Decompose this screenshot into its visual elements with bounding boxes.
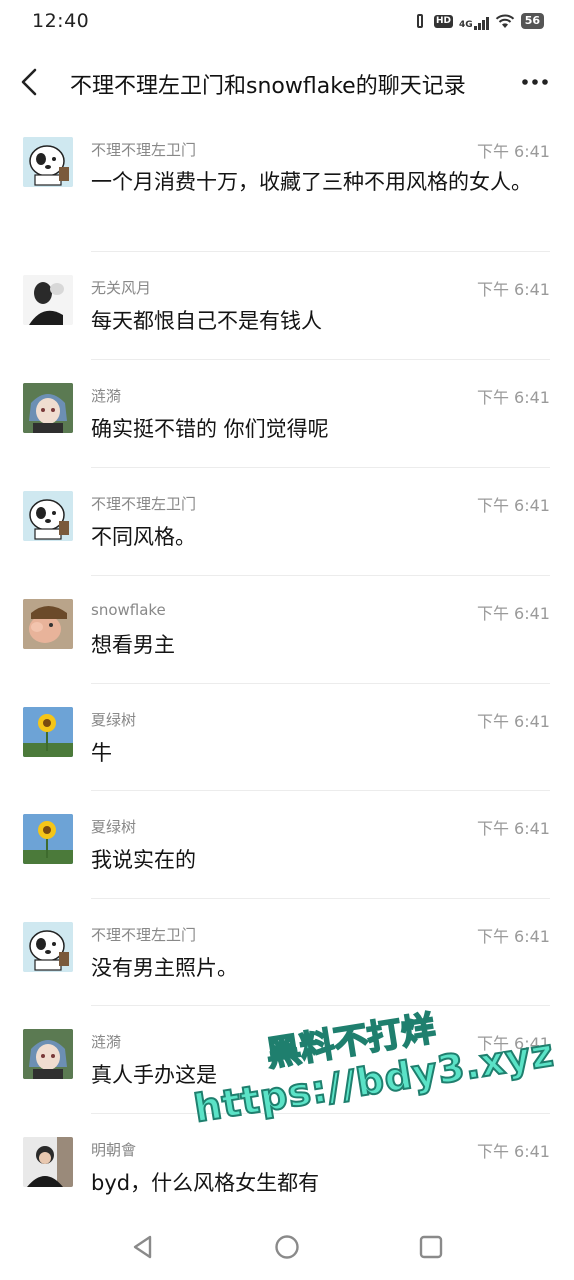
message-time: 下午 6:41 bbox=[476, 819, 550, 838]
message-text: 一个月消费十万，收藏了三种不用风格的女人。 bbox=[91, 170, 532, 194]
circle-home-icon bbox=[275, 1235, 299, 1259]
message-time: 下午 6:41 bbox=[476, 1142, 550, 1161]
message-item[interactable]: 涟漪 下午 6:41 确实挺不错的 你们觉得呢 bbox=[0, 360, 574, 468]
message-item[interactable]: 不理不理左卫门 下午 6:41 一个月消费十万，收藏了三种不用风格的女人。 bbox=[0, 120, 574, 252]
status-time: 12:40 bbox=[32, 10, 90, 32]
message-item[interactable]: 明朝會 下午 6:41 byd，什么风格女生都有 bbox=[0, 1114, 574, 1214]
sender-name: 明朝會 bbox=[91, 1141, 137, 1159]
battery-icon: 56 bbox=[520, 13, 544, 29]
wifi-icon bbox=[495, 14, 514, 28]
sender-name: 夏绿树 bbox=[91, 818, 137, 836]
message-item[interactable]: 夏绿树 下午 6:41 牛 bbox=[0, 684, 574, 791]
nav-home-button[interactable] bbox=[272, 1232, 302, 1262]
sender-name: 夏绿树 bbox=[91, 711, 137, 729]
message-time: 下午 6:41 bbox=[476, 712, 550, 731]
nav-back-button[interactable] bbox=[128, 1232, 158, 1262]
sender-name: 不理不理左卫门 bbox=[91, 495, 197, 513]
sender-name: 无关风月 bbox=[91, 279, 152, 297]
sunflower-avatar[interactable] bbox=[23, 814, 73, 864]
message-text: 我说实在的 bbox=[91, 848, 196, 872]
message-text: 牛 bbox=[91, 741, 112, 765]
message-text: 没有男主照片。 bbox=[91, 956, 238, 980]
message-item[interactable]: 涟漪 下午 6:41 真人手办这是 bbox=[0, 1006, 574, 1114]
message-time: 下午 6:41 bbox=[476, 496, 550, 515]
more-options-button[interactable] bbox=[520, 70, 550, 94]
message-text: 确实挺不错的 你们觉得呢 bbox=[91, 417, 329, 441]
cartoon-dog-avatar[interactable] bbox=[23, 922, 73, 972]
message-item[interactable]: 夏绿树 下午 6:41 我说实在的 bbox=[0, 791, 574, 899]
more-dots-icon bbox=[522, 79, 548, 85]
back-button[interactable] bbox=[14, 62, 48, 102]
person-photo-avatar[interactable] bbox=[23, 275, 73, 325]
sender-name: 不理不理左卫门 bbox=[91, 926, 197, 944]
network-type: 4G bbox=[459, 20, 473, 30]
page-title: 不理不理左卫门和snowflake的聊天记录 bbox=[70, 74, 466, 99]
message-item[interactable]: 无关风月 下午 6:41 每天都恨自己不是有钱人 bbox=[0, 252, 574, 360]
message-item[interactable]: 不理不理左卫门 下午 6:41 不同风格。 bbox=[0, 468, 574, 576]
sender-name: 涟漪 bbox=[91, 1033, 122, 1051]
system-nav-bar bbox=[0, 1212, 574, 1280]
chevron-left-icon bbox=[21, 68, 37, 96]
cartoon-dog-avatar[interactable] bbox=[23, 491, 73, 541]
message-item[interactable]: 不理不理左卫门 下午 6:41 没有男主照片。 bbox=[0, 899, 574, 1006]
message-time: 下午 6:41 bbox=[476, 1034, 550, 1053]
sender-name: 不理不理左卫门 bbox=[91, 141, 197, 159]
signal-icon: 4G bbox=[459, 12, 489, 30]
cartoon-dog-avatar[interactable] bbox=[23, 137, 73, 187]
sender-name: 涟漪 bbox=[91, 387, 122, 405]
message-list: 不理不理左卫门 下午 6:41 一个月消费十万，收藏了三种不用风格的女人。 无关… bbox=[0, 120, 574, 1214]
chat-header: 不理不理左卫门和snowflake的聊天记录 bbox=[0, 44, 574, 120]
nav-recents-button[interactable] bbox=[416, 1232, 446, 1262]
message-time: 下午 6:41 bbox=[476, 280, 550, 299]
anime-girl-avatar[interactable] bbox=[23, 1029, 73, 1079]
sunflower-avatar[interactable] bbox=[23, 707, 73, 757]
message-text: 每天都恨自己不是有钱人 bbox=[91, 309, 322, 333]
message-text: 不同风格。 bbox=[91, 525, 196, 549]
anime-girl-avatar[interactable] bbox=[23, 383, 73, 433]
message-time: 下午 6:41 bbox=[476, 927, 550, 946]
message-text: byd，什么风格女生都有 bbox=[91, 1171, 320, 1195]
person-photo-avatar[interactable] bbox=[23, 1137, 73, 1187]
message-text: 想看男主 bbox=[91, 633, 175, 657]
message-text: 真人手办这是 bbox=[91, 1063, 217, 1087]
square-recents-icon bbox=[419, 1235, 443, 1259]
triangle-back-icon bbox=[133, 1235, 152, 1259]
status-bar: 12:40 HD 4G 56 bbox=[0, 0, 574, 44]
cartoon-face-avatar[interactable] bbox=[23, 599, 73, 649]
message-time: 下午 6:41 bbox=[476, 388, 550, 407]
status-icons: HD 4G 56 bbox=[412, 12, 544, 30]
message-item[interactable]: snowflake 下午 6:41 想看男主 bbox=[0, 576, 574, 684]
vibrate-icon bbox=[412, 13, 428, 29]
message-time: 下午 6:41 bbox=[476, 604, 550, 623]
message-time: 下午 6:41 bbox=[476, 142, 550, 161]
hd-icon: HD bbox=[434, 14, 454, 28]
sender-name: snowflake bbox=[91, 601, 166, 619]
